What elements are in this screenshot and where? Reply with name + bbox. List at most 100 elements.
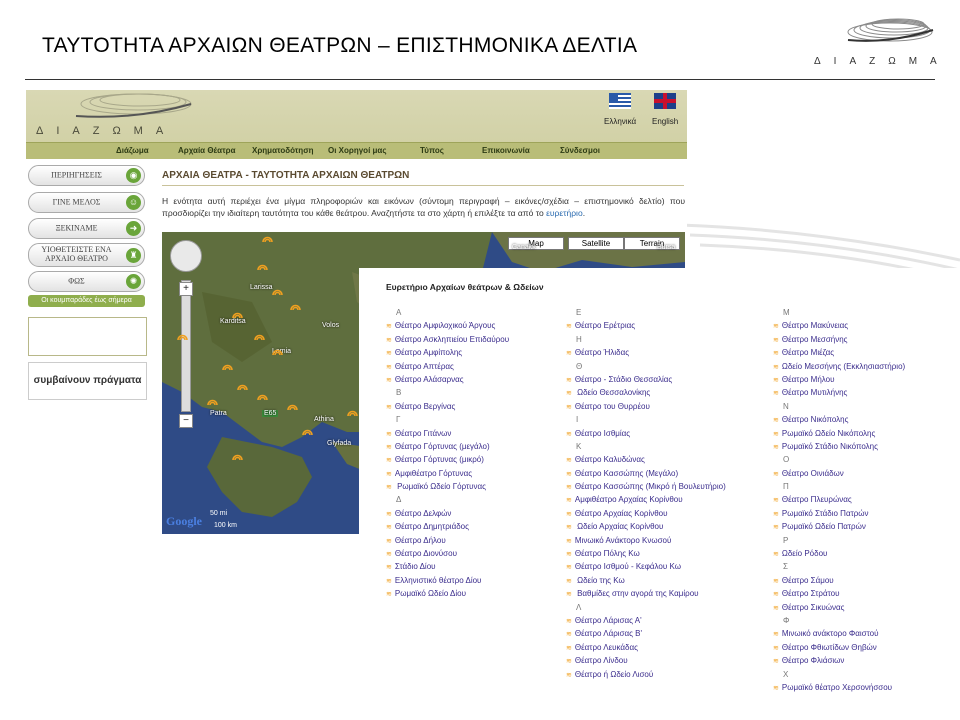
map-pan-control-icon[interactable] bbox=[170, 240, 202, 272]
index-entry-link[interactable]: ≋ Θέατρο Ερέτριας bbox=[566, 319, 766, 332]
index-entry-link[interactable]: ≋ Θέατρο Σάμου bbox=[773, 574, 960, 587]
index-entry-link[interactable]: ≋ Θέατρο Αλάσαρνας bbox=[386, 373, 586, 386]
index-entry-link[interactable]: ≋ Θέατρο - Στάδιο Θεσσαλίας bbox=[566, 373, 766, 386]
sidebar-light-button[interactable]: ΦΩΣ ✺ bbox=[28, 271, 145, 292]
index-entry-link[interactable]: ≋ Θέατρο Λευκάδας bbox=[566, 641, 766, 654]
zoom-slider[interactable] bbox=[181, 280, 191, 412]
index-entry-link[interactable]: ≋ Ρωμαϊκό Ωδείο Γόρτυνας bbox=[386, 480, 586, 493]
index-entry-link[interactable]: ≋ Θέατρο Στράτου bbox=[773, 587, 960, 600]
index-entry-link[interactable]: ≋ Θέατρο Γόρτυνας (μικρό) bbox=[386, 453, 586, 466]
lang-greek-link[interactable]: Ελληνικά bbox=[604, 117, 636, 126]
index-entry-link[interactable]: ≋ Θέατρο Αμφιλοχικού Άργους bbox=[386, 319, 586, 332]
index-entry-link[interactable]: ≋ Θέατρο ή Ωδείο Λισού bbox=[566, 668, 766, 681]
index-entry-link[interactable]: ≋ Θέατρο Οινιάδων bbox=[773, 467, 960, 480]
index-entry-link[interactable]: ≋ Θέατρο Αρχαίας Κορίνθου bbox=[566, 507, 766, 520]
index-entry-link[interactable]: ≋ Θέατρο Δημητριάδος bbox=[386, 520, 586, 533]
sidebar-tours-button[interactable]: ΠΕΡΙΗΓΗΣΕΙΣ ◉ bbox=[28, 165, 145, 186]
index-entry-link[interactable]: ≋ Μινωικό Ανάκτορο Κνωσού bbox=[566, 534, 766, 547]
index-entry-link[interactable]: ≋ Ρωμαϊκό Στάδιο Πατρών bbox=[773, 507, 960, 520]
index-entry-link[interactable]: ≋ Θέατρο Αμφίπολης bbox=[386, 346, 586, 359]
index-entry-link[interactable]: ≋ Βαθμίδες στην αγορά της Καμίρου bbox=[566, 587, 766, 600]
index-entry-link[interactable]: ≋ Ωδείο Ρόδου bbox=[773, 547, 960, 560]
theatre-pin-icon[interactable] bbox=[232, 452, 243, 461]
index-entry-link[interactable]: ≋ Θέατρο Διονύσου bbox=[386, 547, 586, 560]
nav-ancient-theatres[interactable]: Αρχαία Θέατρα bbox=[178, 146, 236, 155]
index-entry-link[interactable]: ≋ Μινωικό ανάκτορο Φαιστού bbox=[773, 627, 960, 640]
sidebar-news-box[interactable]: συμβαίνουν πράγματα bbox=[28, 362, 147, 400]
index-entry-link[interactable]: ≋ Θέατρο Πλευρώνας bbox=[773, 493, 960, 506]
theatre-pin-icon[interactable] bbox=[254, 332, 265, 341]
theatre-pin-icon[interactable] bbox=[257, 262, 268, 271]
theatre-pin-icon[interactable] bbox=[237, 382, 248, 391]
index-entry-link[interactable]: ≋ Θέατρο Νικόπολης bbox=[773, 413, 960, 426]
theatre-pin-icon[interactable] bbox=[232, 310, 243, 319]
nav-press[interactable]: Τύπος bbox=[420, 146, 444, 155]
theatre-pin-icon[interactable] bbox=[272, 287, 283, 296]
sidebar-start-button[interactable]: ΞΕΚΙΝΑΜΕ ➜ bbox=[28, 218, 145, 239]
index-entry-link[interactable]: ≋ Ρωμαϊκό Ωδείο Δίου bbox=[386, 587, 586, 600]
index-entry-link[interactable]: ≋ Θέατρο Δήλου bbox=[386, 534, 586, 547]
map-type-satellite-button[interactable]: Satellite bbox=[568, 237, 624, 250]
theatre-pin-icon[interactable] bbox=[262, 234, 273, 243]
uk-flag-icon[interactable] bbox=[654, 93, 676, 109]
index-entry-link[interactable]: ≋ Θέατρο Κασσώπης (Μικρό ή Βουλευτήριο) bbox=[566, 480, 766, 493]
index-entry-link[interactable]: ≋ Θέατρο Λίνδου bbox=[566, 654, 766, 667]
index-entry-link[interactable]: ≋ Θέατρο Σικυώνας bbox=[773, 601, 960, 614]
theatre-pin-icon[interactable] bbox=[287, 402, 298, 411]
index-entry-link[interactable]: ≋ Ελληνιστικό θέατρο Δίου bbox=[386, 574, 586, 587]
index-entry-link[interactable]: ≋ Ρωμαϊκό Στάδιο Νικόπολης bbox=[773, 440, 960, 453]
index-entry-link[interactable]: ≋ Θέατρο Μεσσήνης bbox=[773, 333, 960, 346]
index-entry-link[interactable]: ≋ Θέατρο Απτέρας bbox=[386, 360, 586, 373]
index-entry-link[interactable]: ≋ Αμφιθέατρο Γόρτυνας bbox=[386, 467, 586, 480]
theatre-pin-icon[interactable] bbox=[257, 392, 268, 401]
theatre-pin-icon[interactable] bbox=[222, 362, 233, 371]
theatre-pin-icon[interactable] bbox=[347, 408, 358, 417]
index-entry-link[interactable]: ≋ Θέατρο Πόλης Κω bbox=[566, 547, 766, 560]
theatre-pin-icon[interactable] bbox=[302, 427, 313, 436]
index-entry-link[interactable]: ≋ Θέατρο Μιέζας bbox=[773, 346, 960, 359]
zoom-in-icon[interactable]: + bbox=[179, 282, 193, 296]
theatre-pin-icon[interactable] bbox=[177, 332, 188, 341]
greek-flag-icon[interactable] bbox=[609, 93, 631, 109]
nav-funding[interactable]: Χρηματοδότηση bbox=[252, 146, 314, 155]
index-entry-link[interactable]: ≋ Θέατρο Βεργίνας bbox=[386, 400, 586, 413]
index-entry-link[interactable]: ≋ Ρωμαϊκό θέατρο Χερσονήσσου bbox=[773, 681, 960, 694]
lang-english-link[interactable]: English bbox=[652, 117, 678, 126]
index-entry-link[interactable]: ≋ Θέατρο Ήλιδας bbox=[566, 346, 766, 359]
index-entry-link[interactable]: ≋ Θέατρο Φθιωτίδων Θηβών bbox=[773, 641, 960, 654]
index-entry-link[interactable]: ≋ Θέατρο Μακύνειας bbox=[773, 319, 960, 332]
index-entry-link[interactable]: ≋ Θέατρο Καλυδώνας bbox=[566, 453, 766, 466]
index-entry-link[interactable]: ≋ Θέατρο Ισθμίας bbox=[566, 427, 766, 440]
sidebar-become-member-button[interactable]: ΓΙΝΕ ΜΕΛΟΣ ☺ bbox=[28, 192, 145, 213]
index-entry-link[interactable]: ≋ Ωδείο Θεσσαλονίκης bbox=[566, 386, 766, 399]
index-entry-link[interactable]: ≋ Θέατρο Φλιάσιων bbox=[773, 654, 960, 667]
theatre-pin-icon[interactable] bbox=[272, 347, 283, 356]
sidebar-adopt-theatre-button[interactable]: ΥΙΟΘΕΤΕΙΣΤΕ ΕΝΑ ΑΡΧΑΙΟ ΘΕΑΤΡΟ ♜ bbox=[28, 243, 145, 267]
index-entry-link[interactable]: ≋ Θέατρο Δελφών bbox=[386, 507, 586, 520]
index-entry-link[interactable]: ≋ Ρωμαϊκό Ωδείο Πατρών bbox=[773, 520, 960, 533]
index-entry-link[interactable]: ≋ Ωδείο της Κω bbox=[566, 574, 766, 587]
index-entry-link[interactable]: ≋ Θέατρο Μήλου bbox=[773, 373, 960, 386]
index-entry-link[interactable]: ≋ Θέατρο Μυτιλήνης bbox=[773, 386, 960, 399]
nav-contact[interactable]: Επικοινωνία bbox=[482, 146, 530, 155]
index-entry-link[interactable]: ≋ Ωδείο Αρχαίας Κορίνθου bbox=[566, 520, 766, 533]
index-entry-link[interactable]: ≋ Θέατρο Λάρισας Β' bbox=[566, 627, 766, 640]
index-entry-link[interactable]: ≋ Θέατρο Γόρτυνας (μεγάλο) bbox=[386, 440, 586, 453]
index-entry-link[interactable]: ≋ Θέατρο Ισθμού - Κεφάλου Κω bbox=[566, 560, 766, 573]
index-entry-link[interactable]: ≋ Θέατρο Λάρισας Α' bbox=[566, 614, 766, 627]
nav-diazoma[interactable]: Διάζωμα bbox=[116, 146, 149, 155]
index-link[interactable]: ευρετήριο bbox=[546, 208, 583, 218]
index-entry-link[interactable]: ≋ Ωδείο Μεσσήνης (Εκκλησιαστήριο) bbox=[773, 360, 960, 373]
index-entry-link[interactable]: ≋ Θέατρο Γιτάνων bbox=[386, 427, 586, 440]
theatre-pin-icon[interactable] bbox=[207, 397, 218, 406]
index-entry-link[interactable]: ≋ Θέατρο Ασκληπιείου Επιδαύρου bbox=[386, 333, 586, 346]
index-entry-link[interactable]: ≋ Θέατρο του Θυρρέου bbox=[566, 400, 766, 413]
index-entry-link[interactable]: ≋ Αμφιθέατρο Αρχαίας Κορίνθου bbox=[566, 493, 766, 506]
index-entry-link[interactable]: ≋ Στάδιο Δίου bbox=[386, 560, 586, 573]
index-entry-link[interactable]: ≋ Ρωμαϊκό Ωδείο Νικόπολης bbox=[773, 427, 960, 440]
index-entry-link[interactable]: ≋ Θέατρο Κασσώπης (Μεγάλο) bbox=[566, 467, 766, 480]
nav-sponsors[interactable]: Οι Χορηγοί μας bbox=[328, 146, 386, 155]
members-bar[interactable]: Οι κουμπαράδες έως σήμερα bbox=[28, 295, 145, 307]
theatre-pin-icon[interactable] bbox=[290, 302, 301, 311]
zoom-out-icon[interactable]: − bbox=[179, 414, 193, 428]
